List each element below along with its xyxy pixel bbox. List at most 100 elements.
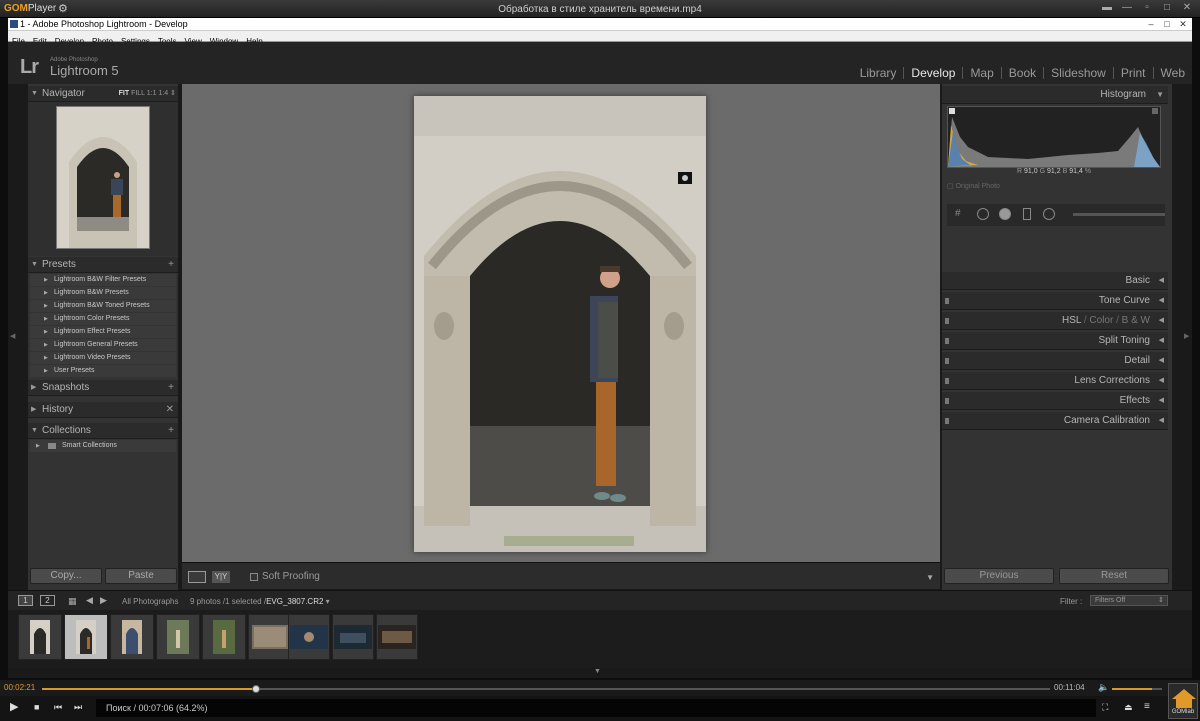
snapshots-header[interactable]: ▶ Snapshots + (28, 380, 178, 396)
effects-header[interactable]: Effects ◀ (942, 392, 1168, 410)
module-slideshow[interactable]: Slideshow (1043, 67, 1113, 79)
filmstrip-thumbnail[interactable] (202, 614, 246, 660)
close-icon[interactable]: ✕ (1180, 2, 1194, 14)
zoom-1-1[interactable]: 1:1 (147, 90, 157, 97)
filmstrip-thumbnail[interactable] (248, 614, 292, 660)
stop-icon[interactable]: ■ (34, 702, 39, 712)
preset-folder[interactable]: ▶ Lightroom General Presets (30, 339, 176, 352)
module-map[interactable]: Map (962, 67, 1000, 79)
preset-folder[interactable]: ▶ Lightroom Color Presets (30, 313, 176, 326)
module-develop[interactable]: Develop (903, 67, 962, 79)
add-collection-icon[interactable]: + (168, 423, 174, 439)
add-preset-icon[interactable]: + (168, 257, 174, 273)
zoom-fill[interactable]: FILL (131, 90, 145, 97)
split-toning-header[interactable]: Split Toning ◀ (942, 332, 1168, 350)
loupe-view-button[interactable] (188, 571, 206, 583)
restore-icon[interactable]: ▫ (1140, 2, 1154, 14)
detail-header[interactable]: Detail ◀ (942, 352, 1168, 370)
forward-arrow-icon[interactable]: ▶ (100, 595, 107, 606)
left-panel-toggle-icon[interactable]: ◀ (10, 332, 15, 340)
volume-icon[interactable]: 🔈 (1098, 682, 1109, 693)
seek-bar[interactable] (42, 685, 1050, 693)
panel-switch-icon[interactable] (945, 358, 949, 364)
minimize-icon[interactable]: — (1120, 2, 1134, 14)
maximize-icon[interactable]: □ (1160, 2, 1174, 14)
bw-tab[interactable]: B & W (1122, 315, 1150, 326)
hsl-header[interactable]: HSL / Color / B & W ◀ (942, 312, 1168, 330)
filmstrip-thumbnail-selected[interactable] (64, 614, 108, 660)
main-window-button[interactable]: 1 (18, 595, 33, 606)
before-after-view-button[interactable]: Y|Y (212, 571, 230, 583)
clear-history-icon[interactable]: ✕ (166, 402, 174, 418)
panel-switch-icon[interactable] (945, 418, 949, 424)
zoom-fit[interactable]: FIT (119, 90, 130, 97)
filmstrip-count[interactable]: 9 photos /1 selected /EVG_3807.CR2 ▾ (190, 597, 330, 606)
back-arrow-icon[interactable]: ◀ (86, 595, 93, 606)
module-web[interactable]: Web (1152, 67, 1192, 79)
panel-switch-icon[interactable] (945, 378, 949, 384)
preset-folder[interactable]: ▶ Lightroom B&W Toned Presets (30, 300, 176, 313)
panel-switch-icon[interactable] (945, 338, 949, 344)
volume-slider[interactable] (1112, 688, 1162, 690)
preset-folder[interactable]: ▶ User Presets (30, 365, 176, 378)
previous-track-icon[interactable]: ⏮ (54, 702, 62, 713)
filmstrip-source[interactable]: All Photographs (122, 597, 178, 606)
toolbar-options-chevron-down-icon[interactable]: ▼ (926, 573, 934, 582)
play-icon[interactable]: ▶ (10, 700, 18, 713)
eject-icon[interactable]: ⏏ (1124, 702, 1133, 713)
second-window-button[interactable]: 2 (40, 595, 55, 606)
paste-button[interactable]: Paste (105, 568, 177, 584)
radial-filter-icon[interactable] (1043, 208, 1055, 220)
color-tab[interactable]: Color (1089, 315, 1113, 326)
camera-calibration-header[interactable]: Camera Calibration ◀ (942, 412, 1168, 430)
filter-select[interactable]: Filters Off ⇕ (1090, 595, 1168, 606)
preset-folder[interactable]: ▶ Lightroom B&W Filter Presets (30, 274, 176, 287)
basic-header[interactable]: Basic ◀ (942, 272, 1168, 290)
lens-corrections-header[interactable]: Lens Corrections ◀ (942, 372, 1168, 390)
panel-switch-icon[interactable] (945, 298, 949, 304)
history-header[interactable]: ▶ History ✕ (28, 402, 178, 418)
window-minimize-icon[interactable]: – (1144, 18, 1158, 30)
histogram-graph[interactable] (947, 106, 1161, 168)
add-snapshot-icon[interactable]: + (168, 380, 174, 396)
filmstrip-thumbnail[interactable] (110, 614, 154, 660)
preset-folder[interactable]: ▶ Lightroom Video Presets (30, 352, 176, 365)
filmstrip-thumbnail[interactable] (376, 614, 418, 660)
preset-folder[interactable]: ▶ Lightroom B&W Presets (30, 287, 176, 300)
right-panel-toggle-icon[interactable]: ▶ (1184, 332, 1189, 340)
bottom-panel-toggle-icon[interactable]: ▼ (594, 668, 601, 675)
filmstrip-thumbnail[interactable] (18, 614, 62, 660)
reset-button[interactable]: Reset (1059, 568, 1169, 584)
graduated-filter-icon[interactable] (1023, 208, 1031, 220)
next-track-icon[interactable]: ⏭ (74, 702, 82, 713)
module-library[interactable]: Library (853, 67, 904, 79)
hsl-tab[interactable]: HSL (1062, 315, 1081, 326)
module-print[interactable]: Print (1112, 67, 1153, 79)
gomlab-button[interactable]: GOMlab (1168, 683, 1198, 719)
preset-folder[interactable]: ▶ Lightroom Effect Presets (30, 326, 176, 339)
filmstrip-thumbnail[interactable] (332, 614, 374, 660)
tone-curve-header[interactable]: Tone Curve ◀ (942, 292, 1168, 310)
previous-button[interactable]: Previous (944, 568, 1054, 584)
spot-removal-icon[interactable] (977, 208, 989, 220)
module-book[interactable]: Book (1000, 67, 1043, 79)
pin-icon[interactable]: ▬ (1100, 2, 1114, 14)
panel-switch-icon[interactable] (945, 398, 949, 404)
menu-icon[interactable]: ≡ (1144, 701, 1150, 712)
collection-item[interactable]: ▶ Smart Collections (30, 440, 176, 453)
zoom-1-4[interactable]: 1:4 (158, 90, 168, 97)
presets-header[interactable]: ▼ Presets + (28, 257, 178, 273)
collections-header[interactable]: ▼ Collections + (28, 423, 178, 439)
copy-button[interactable]: Copy... (30, 568, 102, 584)
filmstrip-thumbnail[interactable] (156, 614, 200, 660)
seek-bar-handle[interactable] (251, 685, 260, 693)
red-eye-icon[interactable] (999, 208, 1011, 220)
window-maximize-icon[interactable]: □ (1160, 18, 1174, 30)
crop-overlay-icon[interactable]: # (955, 208, 961, 219)
navigator-header[interactable]: ▼ Navigator FIT FILL 1:1 1:4 ⇕ (28, 86, 178, 102)
adjustment-brush-slider[interactable] (1073, 213, 1165, 216)
filmstrip-thumbnail[interactable] (288, 614, 330, 660)
soft-proofing-checkbox[interactable] (250, 573, 258, 581)
main-photo[interactable] (414, 96, 706, 552)
fullscreen-icon[interactable]: ⛶ (1102, 702, 1108, 713)
